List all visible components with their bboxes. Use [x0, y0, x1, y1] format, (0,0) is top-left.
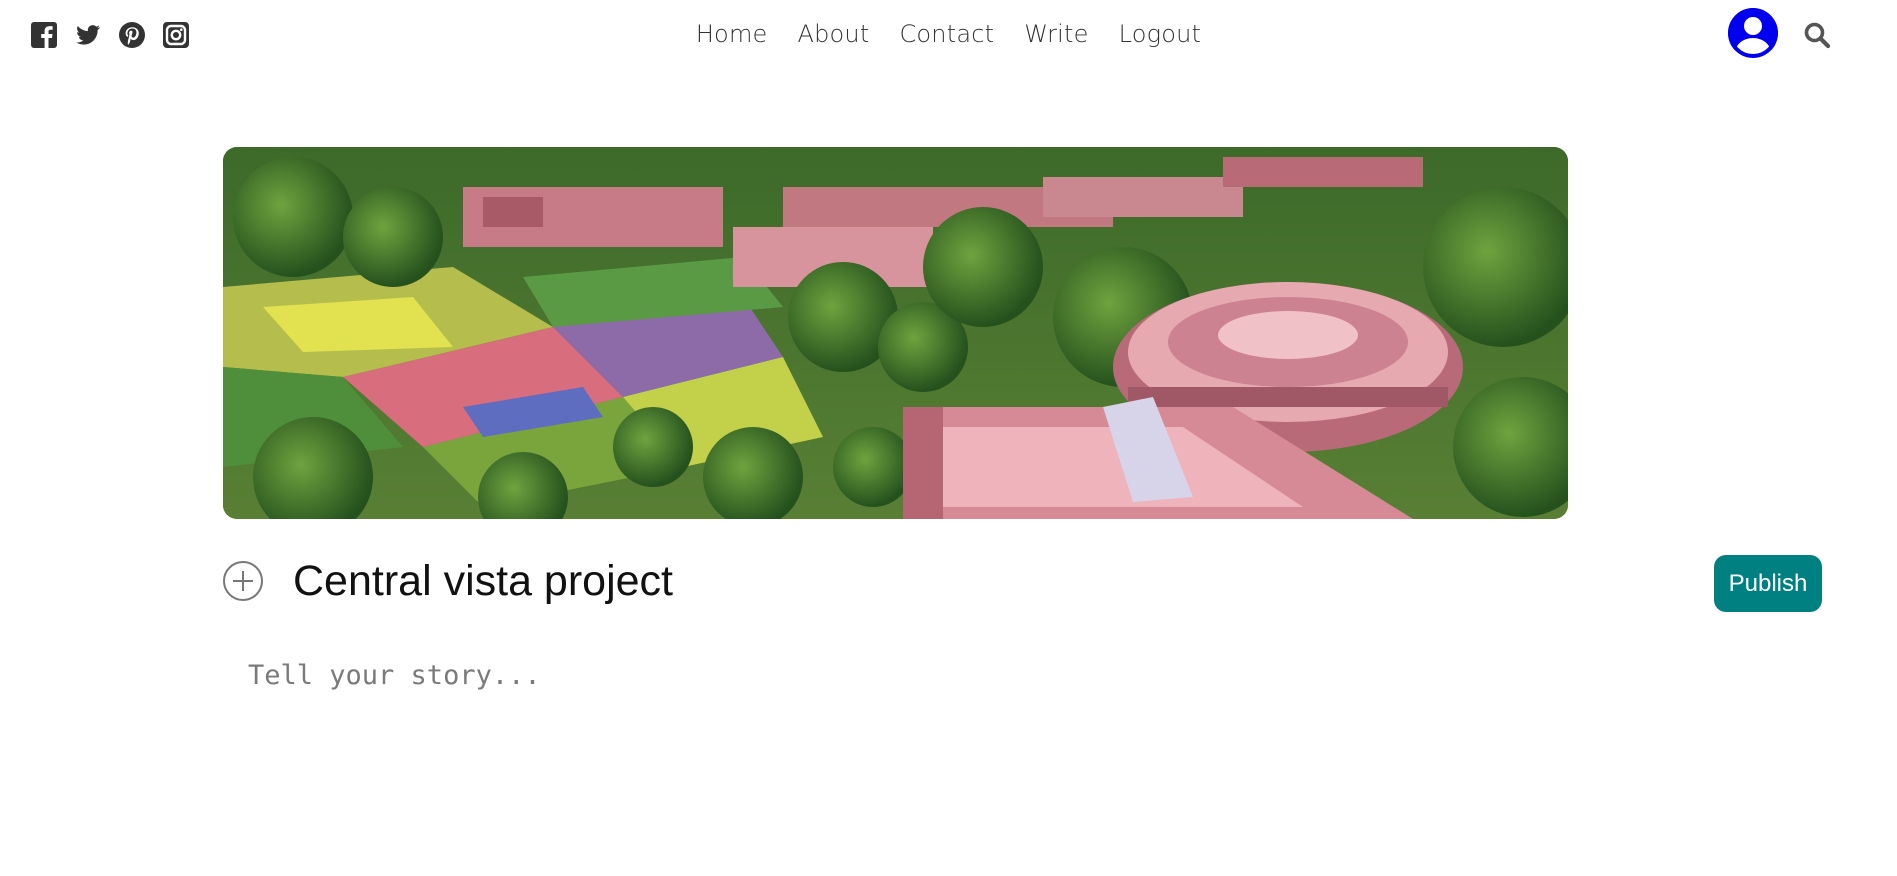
top-bar: Home About Contact Write Logout: [0, 0, 1897, 70]
nav-logout[interactable]: Logout: [1119, 20, 1202, 48]
nav-home[interactable]: Home: [696, 20, 768, 48]
nav-contact[interactable]: Contact: [899, 20, 994, 48]
nav-write[interactable]: Write: [1024, 20, 1088, 48]
post-title-input[interactable]: [293, 551, 1393, 611]
nav-about[interactable]: About: [798, 20, 870, 48]
social-links: [30, 20, 206, 50]
main-nav: Home About Contact Write Logout: [0, 16, 1897, 52]
user-avatar-icon[interactable]: [1728, 8, 1778, 58]
cover-image: [223, 147, 1568, 519]
instagram-icon[interactable]: [162, 21, 190, 49]
add-image-plus-icon[interactable]: [223, 561, 263, 601]
search-icon[interactable]: [1802, 20, 1832, 50]
publish-button[interactable]: Publish: [1714, 555, 1822, 612]
facebook-square-icon[interactable]: [30, 21, 58, 49]
story-textarea[interactable]: [248, 660, 1548, 780]
twitter-icon[interactable]: [74, 21, 102, 49]
pinterest-icon[interactable]: [118, 21, 146, 49]
